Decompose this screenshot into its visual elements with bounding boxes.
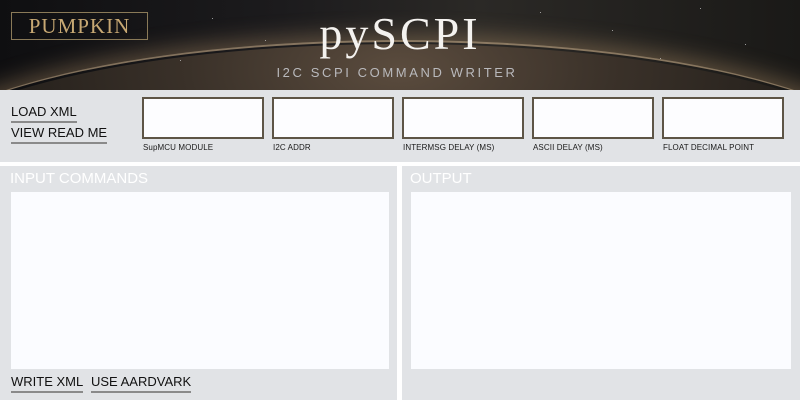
intermsg-delay-field[interactable] xyxy=(402,97,524,139)
input-commands-panel: INPUT COMMANDS WRITE XML USE AARDVARK xyxy=(0,166,397,400)
intermsg-delay-label: INTERMSG DELAY (MS) xyxy=(403,143,495,152)
output-panel: OUTPUT xyxy=(402,166,800,400)
ascii-delay-label: ASCII DELAY (MS) xyxy=(533,143,603,152)
write-xml-link[interactable]: WRITE XML xyxy=(11,374,84,393)
i2c-addr-label: I2C ADDR xyxy=(273,143,311,152)
app-title: pySCPI xyxy=(319,8,481,59)
header-banner: PUMPKIN pySCPI I2C SCPI COMMAND WRITER xyxy=(0,0,800,90)
config-bar: LOAD XML VIEW READ ME SupMCU MODULE I2C … xyxy=(0,90,800,162)
float-decimal-point-label: FLOAT DECIMAL POINT xyxy=(663,143,755,152)
supmcu-module-field[interactable] xyxy=(142,97,264,139)
output-textarea[interactable] xyxy=(411,192,791,369)
ascii-delay-field[interactable] xyxy=(532,97,654,139)
i2c-addr-field[interactable] xyxy=(272,97,394,139)
use-aardvark-link[interactable]: USE AARDVARK xyxy=(91,374,192,393)
app-subtitle: I2C SCPI COMMAND WRITER xyxy=(276,65,518,80)
input-commands-textarea[interactable] xyxy=(11,192,389,369)
view-read-me-link[interactable]: VIEW READ ME xyxy=(11,125,108,144)
output-title: OUTPUT xyxy=(410,170,472,187)
input-commands-title: INPUT COMMANDS xyxy=(10,170,149,187)
load-xml-link[interactable]: LOAD XML xyxy=(11,104,77,123)
supmcu-module-label: SupMCU MODULE xyxy=(143,143,214,152)
float-decimal-point-field[interactable] xyxy=(662,97,784,139)
